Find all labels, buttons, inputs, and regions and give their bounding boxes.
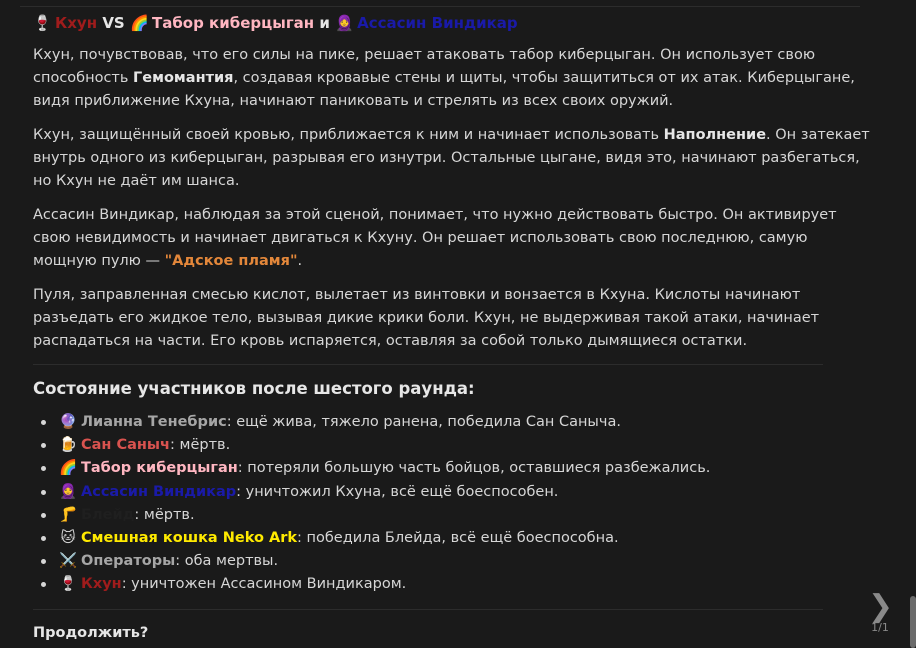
participant-name: Кхун xyxy=(81,576,122,593)
list-item: 🧕 Ассасин Виндикар: уничтожил Кхуна, всё … xyxy=(41,481,873,504)
ability-gemomancy: Гемомантия xyxy=(133,70,234,86)
fighter-name-assassin: Ассасин Виндикар xyxy=(357,14,518,32)
message-content: 🍷 Кхун VS 🌈 Табор киберцыган и 🧕 Ассасин Ви… xyxy=(33,12,873,644)
participant-name: Ассасин Виндикар xyxy=(81,483,237,500)
story-paragraph-3: Ассасин Виндикар, наблюдая за этой сцено… xyxy=(33,207,837,269)
story-paragraph-4: Пуля, заправленная смесью кислот, вылета… xyxy=(33,287,820,349)
story-paragraph-1: Кхун, почувствовав, что его силы на пике… xyxy=(33,47,855,109)
list-item: 🦵 Блейд: мёртв. xyxy=(41,504,873,527)
top-divider xyxy=(20,6,860,7)
status-list: 🔮 Лианна Тенебрис: ещё жива, тяжело ранен… xyxy=(33,411,873,597)
cat-face-icon: 🐱 xyxy=(60,530,76,547)
section-divider xyxy=(33,608,823,610)
rainbow-icon: 🌈 xyxy=(129,14,149,32)
list-item: 🍺 Сан Саныч: мёртв. xyxy=(41,434,873,457)
rainbow-icon: 🌈 xyxy=(59,460,78,477)
assassin-icon: 🧕 xyxy=(59,483,78,500)
list-item: ⚔️ Операторы: оба мертвы. xyxy=(41,550,873,573)
and-label: и xyxy=(319,14,330,32)
participant-name: Лианна Тенебрис xyxy=(81,414,227,430)
list-item: 🌈 Табор киберцыган: потеряли большую част… xyxy=(41,457,873,480)
wine-glass-icon: 🍷 xyxy=(59,576,78,593)
crossed-swords-icon: ⚔️ xyxy=(59,553,78,570)
participant-name: Операторы xyxy=(81,553,176,570)
ability-filling: Наполнение xyxy=(663,127,767,143)
scrollbar-thumb[interactable] xyxy=(910,596,916,648)
bullet-hellfire: "Адское пламя" xyxy=(164,253,298,269)
vs-label: VS xyxy=(102,14,125,32)
leg-icon: 🦵 xyxy=(59,506,78,523)
story-paragraph-2: Кхун, защищённый своей кровью, приближае… xyxy=(33,127,870,189)
page-counter: 1/1 xyxy=(871,621,889,634)
status-title: Состояние участников после шестого раунд… xyxy=(33,379,475,398)
section-divider xyxy=(33,364,823,365)
continue-prompt: Продолжить? xyxy=(33,624,149,641)
list-item: 🍷 Кхун: уничтожен Ассасином Виндикаром. xyxy=(41,573,873,596)
assassin-icon: 🧕 xyxy=(335,14,354,32)
fighter-name-tabor: Табор киберцыган xyxy=(151,14,315,32)
chevron-right-icon[interactable]: ❯ xyxy=(868,592,893,622)
beer-mug-icon: 🍺 xyxy=(59,437,78,454)
participant-name: Сан Саныч xyxy=(81,437,171,454)
list-item: 🐱 Смешная кошка Neko Ark: победила Блейда… xyxy=(41,527,873,550)
chat-message-view: 🍷 Кхун VS 🌈 Табор киберцыган и 🧕 Ассасин Ви… xyxy=(0,0,916,648)
participant-name: Блейд xyxy=(81,506,135,523)
fighter-name-khun: Кхун xyxy=(55,14,98,32)
message-pager: ❯ 1/1 xyxy=(868,592,893,634)
battle-heading: 🍷 Кхун VS 🌈 Табор киберцыган и 🧕 Ассасин Ви… xyxy=(33,12,873,34)
list-item: 🔮 Лианна Тенебрис: ещё жива, тяжело ранен… xyxy=(41,411,873,434)
wine-glass-icon: 🍷 xyxy=(33,14,52,32)
crystal-ball-icon: 🔮 xyxy=(59,414,78,430)
participant-name: Смешная кошка Neko Ark xyxy=(81,530,298,547)
participant-name: Табор киберцыган xyxy=(81,460,238,477)
